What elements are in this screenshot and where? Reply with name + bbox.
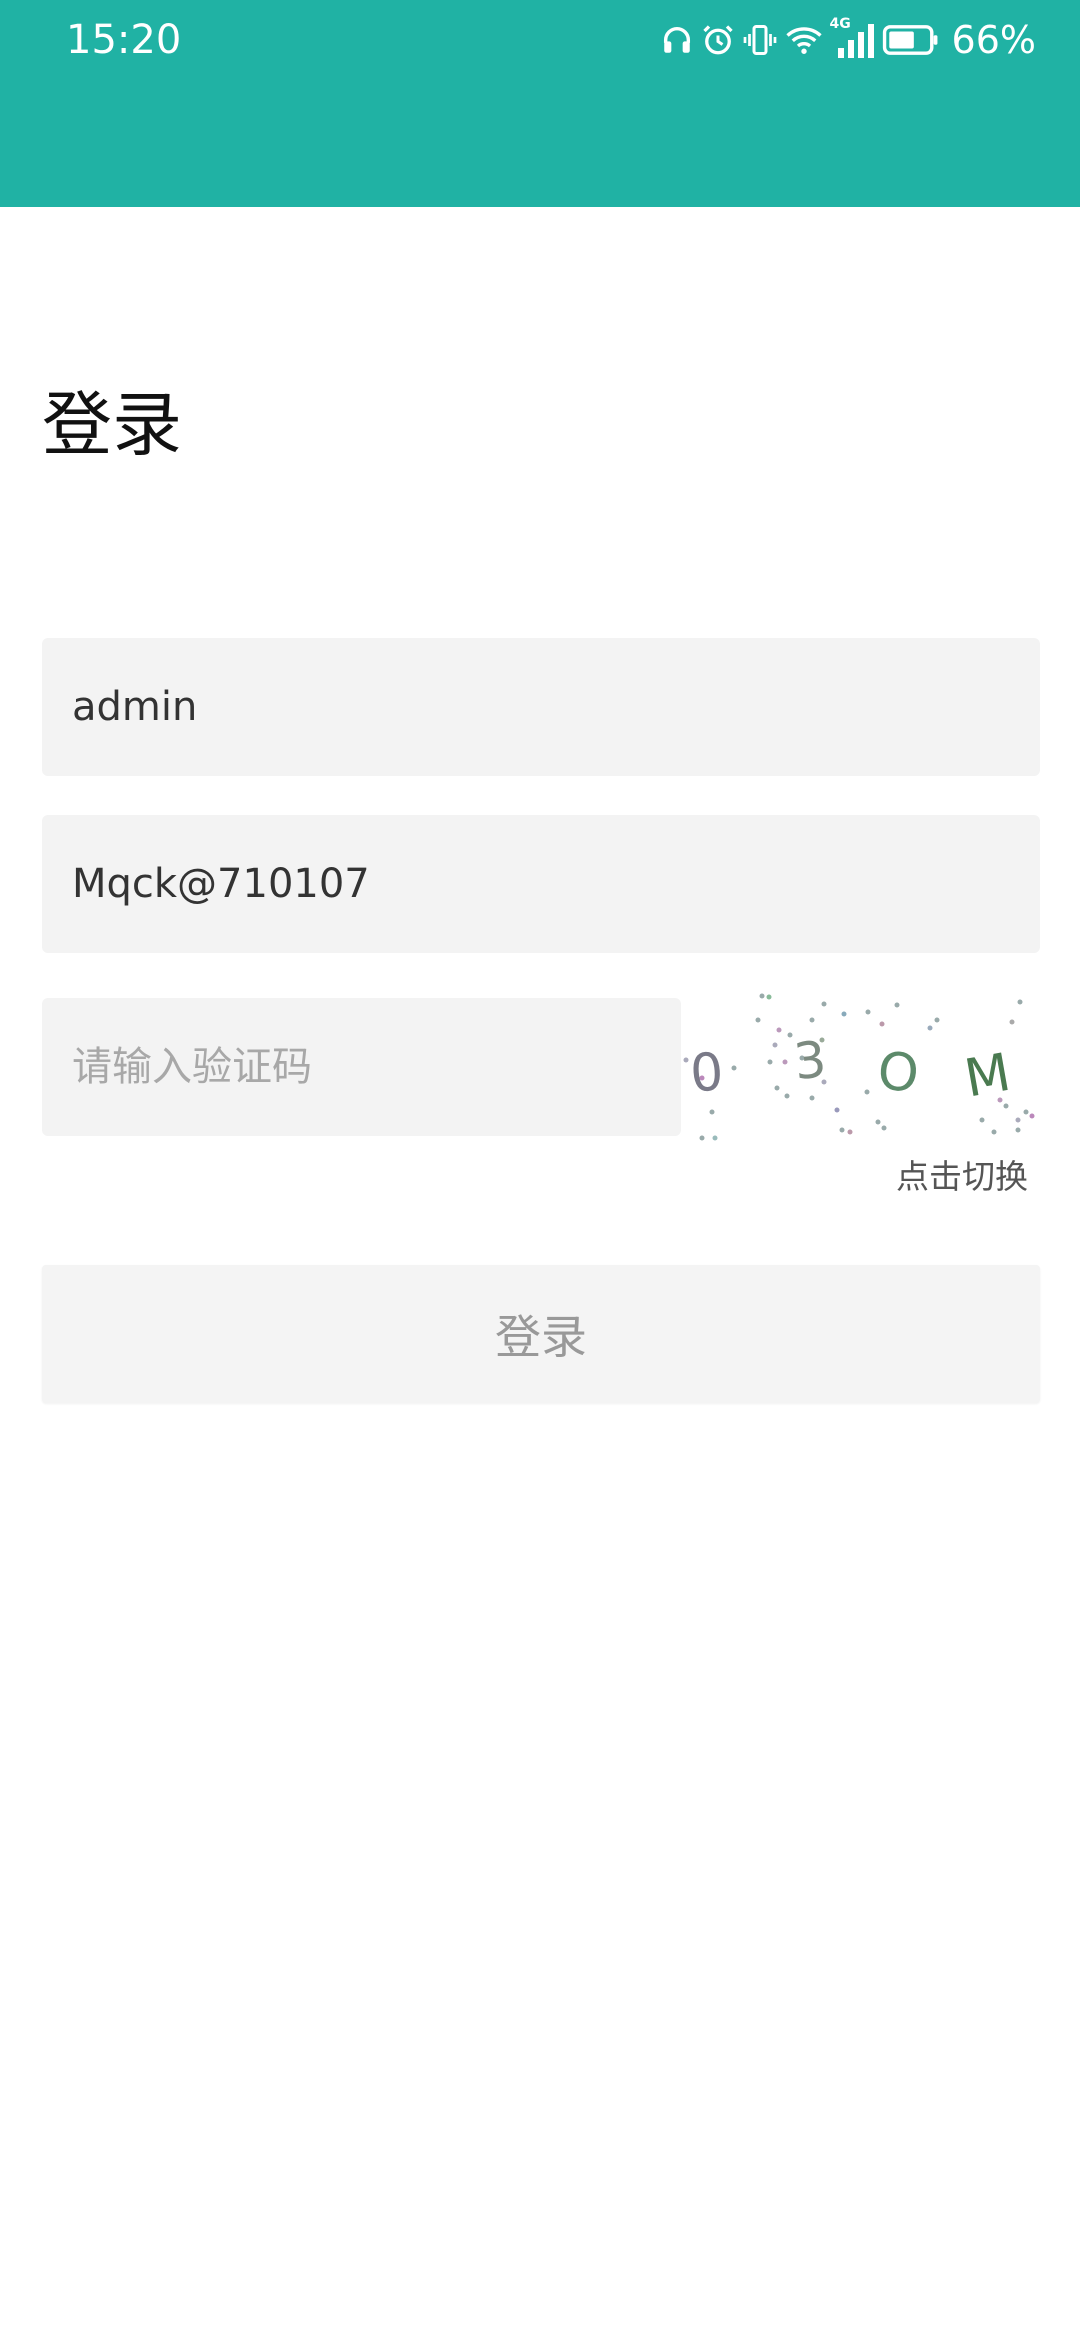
password-input[interactable] — [42, 815, 1040, 953]
signal-icon: 4G — [830, 16, 876, 60]
captcha-char-1: 0 — [688, 1042, 725, 1104]
status-icons: 4G 66% — [660, 14, 1036, 66]
username-field[interactable] — [42, 638, 1040, 776]
captcha-field[interactable] — [42, 998, 681, 1136]
battery-percent: 66% — [951, 18, 1036, 62]
app-header: 15:20 4G 66% — [0, 0, 1080, 207]
vibrate-icon — [743, 25, 776, 55]
status-time: 15:20 — [66, 17, 182, 63]
captcha-refresh-link[interactable]: 点击切换 — [896, 1152, 1028, 1202]
username-input[interactable] — [42, 638, 1040, 776]
captcha-char-4: M — [960, 1043, 1015, 1110]
page-title: 登录 — [42, 384, 182, 466]
captcha-char-2: 3 — [791, 1030, 829, 1091]
headphones-icon — [663, 27, 690, 53]
login-button[interactable]: 登录 — [42, 1265, 1040, 1403]
captcha-image[interactable]: 0 3 O M — [682, 990, 1038, 1150]
status-bar: 15:20 4G 66% — [0, 0, 1080, 80]
wifi-icon — [785, 27, 822, 54]
password-field[interactable] — [42, 815, 1040, 953]
battery-icon — [882, 25, 937, 55]
captcha-input[interactable] — [42, 998, 681, 1136]
alarm-icon — [702, 25, 733, 55]
captcha-char-3: O — [875, 1041, 921, 1104]
